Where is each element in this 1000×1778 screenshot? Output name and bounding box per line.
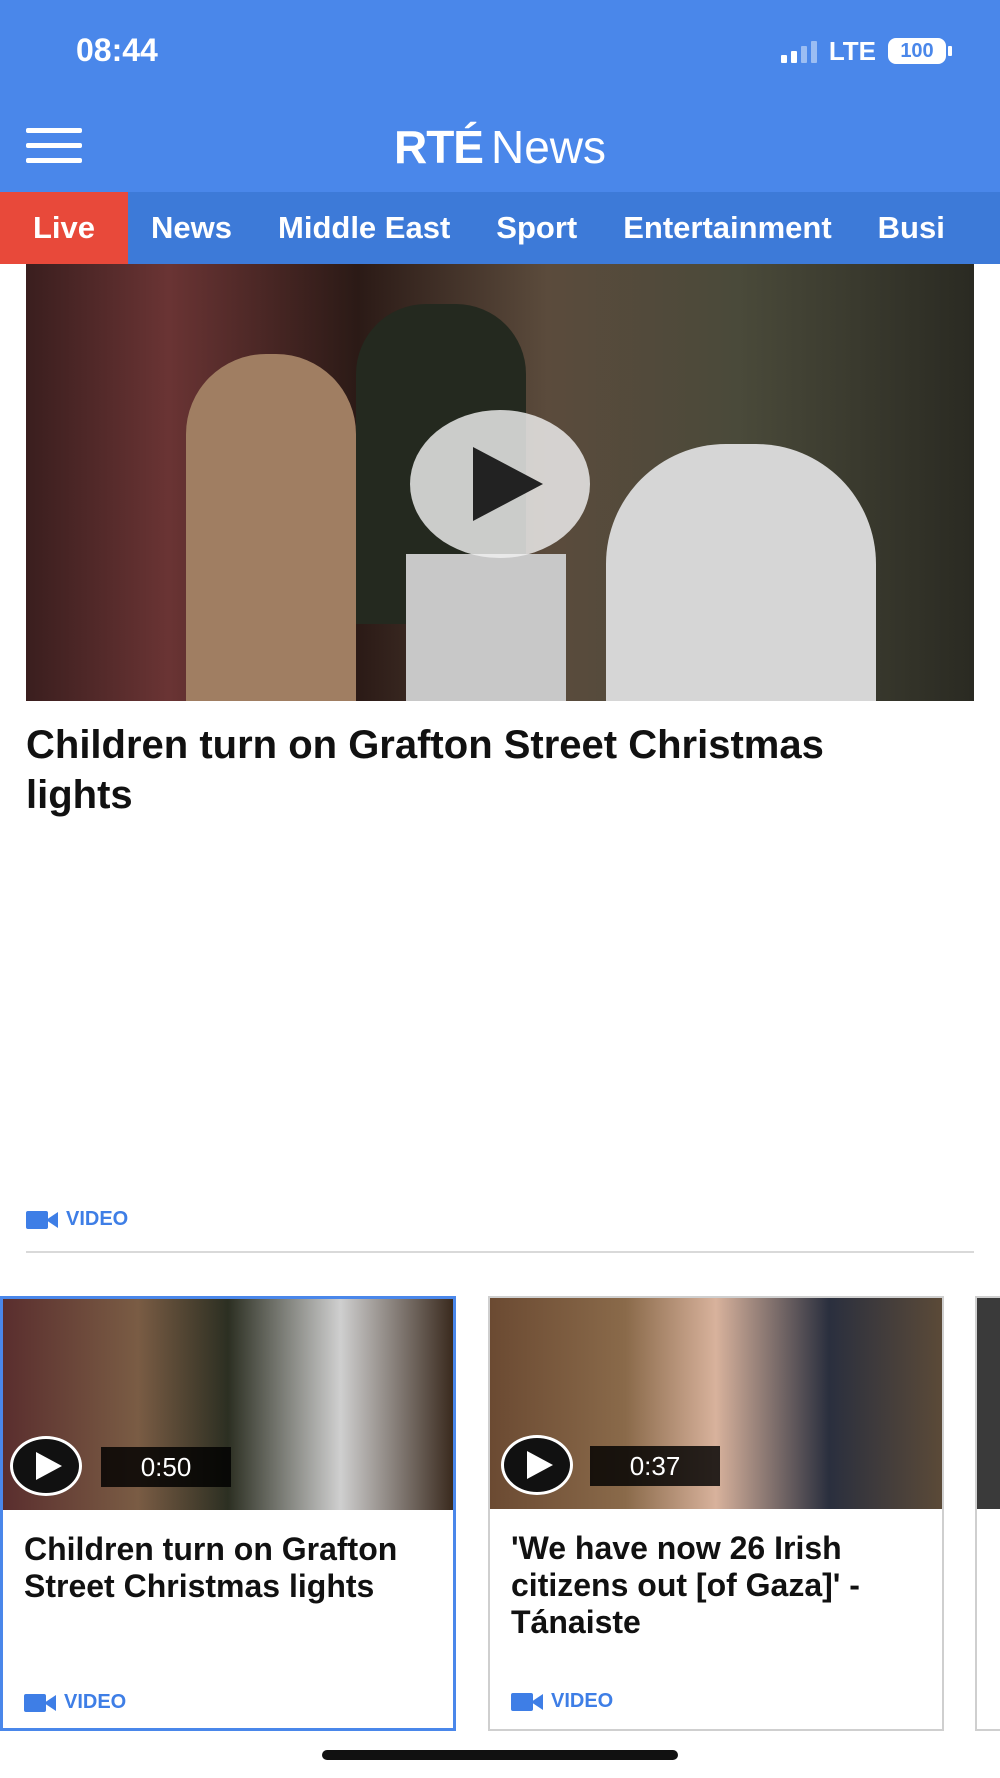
rte-news-logo[interactable]: RTÉ News: [0, 120, 1000, 174]
battery-level: 100: [888, 38, 946, 64]
video-card[interactable]: 0:37 'We have now 26 Irish citizens out …: [488, 1296, 944, 1731]
hero-video-thumbnail[interactable]: [26, 264, 974, 701]
video-camera-icon: [26, 1210, 58, 1229]
tab-middle-east[interactable]: Middle East: [255, 192, 473, 264]
divider: [26, 1251, 974, 1253]
video-card-title[interactable]: Children turn on Grafton Street Christma…: [24, 1531, 434, 1605]
signal-icon: [780, 39, 817, 63]
video-camera-icon: [511, 1692, 543, 1711]
tab-news[interactable]: News: [128, 192, 255, 264]
status-indicators: LTE 100: [780, 35, 952, 66]
video-duration: 0:37: [590, 1446, 720, 1486]
logo-rte: RTÉ: [393, 121, 484, 173]
video-card-partial[interactable]: [975, 1296, 1000, 1731]
video-camera-icon: [24, 1693, 56, 1712]
play-icon[interactable]: [10, 1436, 82, 1496]
play-icon[interactable]: [410, 410, 590, 558]
home-indicator[interactable]: [322, 1750, 678, 1760]
video-duration: 0:50: [101, 1447, 231, 1487]
video-card[interactable]: 0:50 Children turn on Grafton Street Chr…: [0, 1296, 456, 1731]
tab-live[interactable]: Live: [0, 192, 129, 264]
battery-icon: 100: [888, 38, 952, 64]
video-card-thumbnail[interactable]: [977, 1298, 1000, 1509]
video-tag-label: VIDEO: [64, 1691, 127, 1713]
logo-news: News: [490, 121, 607, 173]
video-tag: VIDEO: [511, 1690, 613, 1713]
video-card-title[interactable]: 'We have now 26 Irish citizens out [of G…: [511, 1530, 921, 1641]
status-time: 08:44: [76, 32, 158, 68]
video-tag-label: VIDEO: [551, 1690, 614, 1712]
hero-video-tag: VIDEO: [26, 1208, 128, 1231]
network-type: LTE: [828, 35, 876, 66]
video-tag-label: VIDEO: [66, 1208, 129, 1230]
tab-business[interactable]: Busi: [855, 192, 968, 264]
video-tag: VIDEO: [24, 1691, 126, 1714]
app-header: 08:44 LTE 100 RTÉ News: [0, 0, 1000, 192]
section-tabs: Live News Middle East Sport Entertainmen…: [0, 192, 1000, 264]
tab-entertainment[interactable]: Entertainment: [600, 192, 854, 264]
play-icon[interactable]: [501, 1435, 573, 1495]
hero-headline[interactable]: Children turn on Grafton Street Christma…: [26, 720, 926, 820]
tab-sport[interactable]: Sport: [473, 192, 600, 264]
